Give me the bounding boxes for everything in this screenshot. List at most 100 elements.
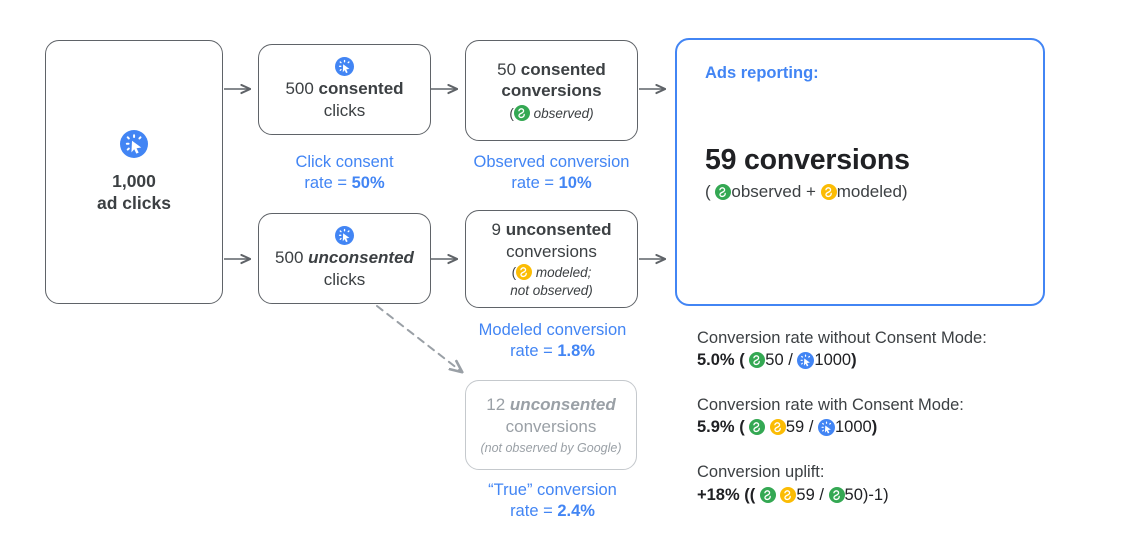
unconsented-clicks-line2: clicks bbox=[323, 270, 366, 289]
ads-reporting-title: Ads reporting: bbox=[705, 64, 819, 82]
stat-numerator: 50 bbox=[765, 351, 784, 370]
unconsented-conversions-count: 9 bbox=[491, 219, 506, 239]
click-icon bbox=[335, 57, 354, 76]
stat-denominator: 1000 bbox=[814, 351, 852, 370]
unconsented-clicks-emphasis: unconsented bbox=[308, 248, 414, 268]
consented-conversions-emphasis: consented bbox=[520, 59, 606, 79]
stat-suffix: ) bbox=[871, 418, 878, 437]
label-prefix: rate = bbox=[510, 342, 558, 361]
true-conversions-line2: conversions bbox=[505, 416, 597, 436]
conversion-modeled-icon bbox=[516, 264, 532, 280]
note-text: modeled; bbox=[535, 265, 592, 281]
true-conversions-note: (not observed by Google) bbox=[480, 441, 622, 456]
label-value: 10% bbox=[558, 174, 592, 193]
unconsented-conversions-line1: 9 unconsented bbox=[492, 219, 612, 241]
stat-numerator: 59 bbox=[796, 485, 815, 504]
box-unconsented-clicks: 500 unconsented clicks bbox=[258, 213, 431, 304]
stat-conversion-uplift: Conversion uplift: +18% (( 59 / 50)-1) bbox=[697, 461, 1117, 507]
label-prefix: rate = bbox=[511, 174, 559, 193]
label-true-conversion-rate: “True” conversion rate = 2.4% bbox=[456, 480, 649, 522]
box-unconsented-conversions: 9 unconsented conversions ( modeled; not… bbox=[465, 210, 638, 308]
conversion-modeled-icon bbox=[780, 487, 796, 503]
stat-denominator: 1000 bbox=[835, 418, 872, 437]
panel-ads-reporting: Ads reporting: 59 conversions ( observed… bbox=[675, 38, 1045, 306]
click-icon bbox=[120, 130, 148, 158]
consent-mode-diagram: 1,000 ad clicks 500 consented clicks 500… bbox=[0, 0, 1129, 544]
label-line1: Modeled conversion bbox=[478, 321, 627, 339]
consented-conversions-note: ( observed) bbox=[509, 105, 594, 122]
label-prefix: rate = bbox=[510, 502, 558, 521]
label-line1: Observed conversion bbox=[473, 153, 630, 171]
click-icon bbox=[335, 226, 354, 245]
stat-value: +18% (( 59 / 50)-1) bbox=[697, 484, 1117, 508]
unconsented-conversions-emphasis: unconsented bbox=[505, 219, 612, 239]
stat-prefix: 5.0% ( bbox=[697, 351, 750, 370]
stat-value: 5.0% ( 50 / 1000) bbox=[697, 349, 1117, 373]
stat-suffix: )-1) bbox=[862, 485, 889, 504]
box-ad-clicks: 1,000 ad clicks bbox=[45, 40, 223, 304]
note-paren-close: ) bbox=[589, 106, 594, 122]
stat-divider: / bbox=[783, 351, 798, 370]
stat-suffix: ) bbox=[851, 351, 857, 370]
label-line2: rate = 2.4% bbox=[456, 501, 649, 522]
true-conversions-count: 12 bbox=[486, 394, 510, 414]
stat-numerator: 59 bbox=[785, 418, 805, 437]
unconsented-clicks-line1: 500 unconsented bbox=[275, 247, 414, 269]
stat-prefix: 5.9% ( bbox=[697, 418, 750, 437]
consented-conversions-count: 50 bbox=[497, 59, 521, 79]
label-click-consent-rate: Click consent rate = 50% bbox=[258, 152, 431, 194]
label-modeled-conversion-rate: Modeled conversion rate = 1.8% bbox=[456, 320, 649, 362]
stat-divider: / bbox=[814, 485, 829, 504]
ad-clicks-count: 1,000 bbox=[112, 170, 156, 191]
conversion-observed-icon bbox=[749, 352, 765, 368]
consented-clicks-count: 500 bbox=[285, 79, 319, 99]
ads-reporting-headline: 59 conversions bbox=[705, 144, 910, 176]
ads-reporting-subtext: ( observed + modeled) bbox=[705, 182, 908, 202]
conversion-modeled-icon bbox=[821, 184, 837, 200]
conversion-observed-icon bbox=[514, 105, 530, 121]
stat-label: Conversion uplift: bbox=[697, 463, 825, 482]
stat-value: 5.9% ( 59 / 1000) bbox=[697, 416, 1117, 440]
click-icon bbox=[818, 419, 835, 436]
stat-prefix: +18% (( bbox=[697, 485, 760, 504]
stats-block: Conversion rate without Consent Mode: 5.… bbox=[697, 327, 1117, 508]
label-line2: rate = 50% bbox=[258, 173, 431, 194]
stat-conversion-rate-without-consent-mode: Conversion rate without Consent Mode: 5.… bbox=[697, 327, 1117, 373]
box-consented-clicks: 500 consented clicks bbox=[258, 44, 431, 135]
unconsented-conversions-note: ( modeled; bbox=[512, 264, 592, 281]
label-line1: “True” conversion bbox=[488, 481, 617, 499]
consented-clicks-line1: 500 consented bbox=[285, 78, 403, 100]
note-text: observed bbox=[533, 106, 590, 122]
label-prefix: rate = bbox=[304, 174, 352, 193]
label-observed-conversion-rate: Observed conversion rate = 10% bbox=[455, 152, 648, 194]
conversion-observed-icon bbox=[715, 184, 731, 200]
conversion-observed-icon bbox=[829, 487, 845, 503]
conversion-observed-icon bbox=[760, 487, 776, 503]
consented-clicks-emphasis: consented bbox=[318, 79, 404, 99]
consented-conversions-line1: 50 consented bbox=[497, 59, 606, 81]
unconsented-clicks-count: 500 bbox=[275, 248, 309, 268]
consented-conversions-line2: conversions bbox=[501, 81, 602, 101]
label-value: 50% bbox=[351, 174, 385, 193]
stat-denominator: 50 bbox=[844, 485, 863, 504]
true-conversions-emphasis: unconsented bbox=[509, 394, 616, 414]
stat-label: Conversion rate without Consent Mode: bbox=[697, 329, 987, 347]
consented-clicks-line2: clicks bbox=[323, 101, 366, 120]
label-line2: rate = 1.8% bbox=[456, 341, 649, 362]
sub-modeled-text: modeled) bbox=[836, 182, 908, 201]
unconsented-conversions-line2: conversions bbox=[506, 241, 597, 261]
sub-paren-open: ( bbox=[705, 182, 716, 201]
stat-label: Conversion rate with Consent Mode: bbox=[697, 396, 964, 415]
conversion-observed-icon bbox=[749, 419, 765, 435]
conversion-modeled-icon bbox=[770, 419, 786, 435]
click-icon bbox=[797, 352, 814, 369]
sub-observed-text: observed + bbox=[731, 182, 821, 201]
ad-clicks-label: ad clicks bbox=[97, 193, 171, 213]
label-value: 2.4% bbox=[557, 502, 595, 521]
true-conversions-line1: 12 unconsented bbox=[486, 394, 615, 416]
unconsented-conversions-note2: not observed) bbox=[510, 282, 593, 298]
label-line1: Click consent bbox=[295, 153, 394, 171]
box-true-conversions: 12 unconsented conversions (not observed… bbox=[465, 380, 637, 470]
box-consented-conversions: 50 consented conversions ( observed) bbox=[465, 40, 638, 141]
stat-divider: / bbox=[804, 418, 818, 437]
